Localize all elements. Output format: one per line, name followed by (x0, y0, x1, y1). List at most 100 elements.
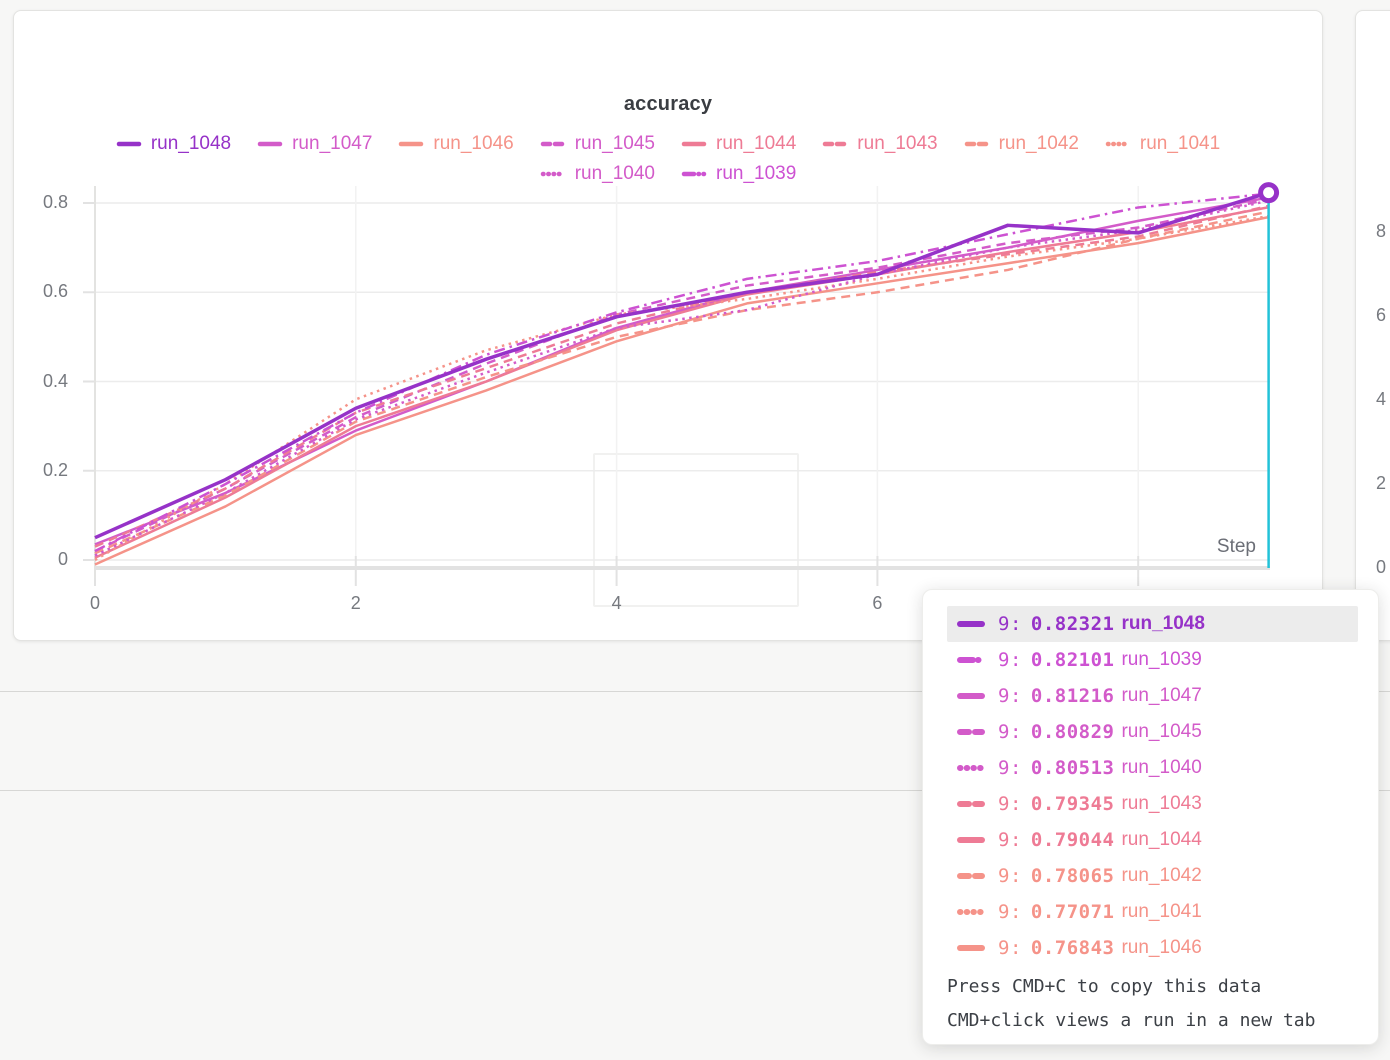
legend-item-label: run_1045 (575, 133, 655, 155)
hover-tooltip[interactable]: 9:0.82321run_10489:0.82101run_10399:0.81… (922, 589, 1379, 1045)
legend-item-label: run_1048 (151, 133, 231, 155)
tooltip-hint-copy: Press CMD+C to copy this data (947, 970, 1358, 1004)
tooltip-row-run_1047[interactable]: 9: 0.81216 run_1047 (947, 678, 1358, 714)
tooltip-row-run_1040[interactable]: 9: 0.80513 run_1040 (947, 750, 1358, 786)
legend-item-label: run_1039 (716, 163, 796, 185)
adjacent-y-tick-label: 8 (1376, 221, 1386, 242)
tooltip-value: 0.80829 (1031, 721, 1115, 743)
legend-item-run_1044[interactable]: run_1044 (681, 133, 796, 155)
tooltip-value: 0.82101 (1031, 649, 1115, 671)
tooltip-run-name: run_1042 (1121, 865, 1201, 887)
page-background: { "panel": { "title": "accuracy", "x_axi… (0, 0, 1390, 1060)
tooltip-value: 0.82321 (1031, 613, 1115, 635)
legend-line-sample-icon (540, 170, 566, 178)
tooltip-run-name: run_1044 (1121, 829, 1201, 851)
legend-line-sample-icon (964, 140, 990, 148)
legend-line-sample-icon (822, 140, 848, 148)
tooltip-row-run_1045[interactable]: 9: 0.80829 run_1045 (947, 714, 1358, 750)
y-tick-label: 0.6 (10, 281, 68, 302)
legend-item-run_1046[interactable]: run_1046 (398, 133, 513, 155)
legend-item-label: run_1041 (1140, 133, 1220, 155)
tooltip-run-name: run_1043 (1121, 793, 1201, 815)
x-tick-label: 4 (597, 593, 637, 614)
tooltip-step: 9: (998, 865, 1022, 887)
tooltip-line-sample-icon (957, 800, 985, 808)
tooltip-step: 9: (998, 721, 1022, 743)
y-tick-label: 0.8 (10, 192, 68, 213)
legend-line-sample-icon (681, 170, 707, 178)
legend-item-label: run_1043 (857, 133, 937, 155)
y-tick-label: 0.4 (10, 371, 68, 392)
tooltip-line-sample-icon (957, 764, 985, 772)
selection-box (593, 453, 799, 607)
legend-line-sample-icon (398, 140, 424, 148)
tooltip-row-run_1044[interactable]: 9:0.79044run_1044 (947, 822, 1358, 858)
tooltip-value: 0.81216 (1031, 685, 1115, 707)
tooltip-value: 0.79345 (1031, 793, 1115, 815)
legend-item-label: run_1047 (292, 133, 372, 155)
legend-item-run_1040[interactable]: run_1040 (540, 163, 655, 185)
tooltip-step: 9: (998, 901, 1022, 923)
tooltip-row-run_1041[interactable]: 9: 0.77071 run_1041 (947, 894, 1358, 930)
tooltip-line-sample-icon (957, 908, 985, 916)
tooltip-line-sample-icon (957, 728, 985, 736)
tooltip-run-name: run_1046 (1121, 937, 1201, 959)
tooltip-line-sample-icon (957, 692, 985, 700)
legend-item-run_1043[interactable]: run_1043 (822, 133, 937, 155)
tooltip-step: 9: (998, 829, 1022, 851)
legend-line-sample-icon (1105, 140, 1131, 148)
legend-item-label: run_1046 (433, 133, 513, 155)
tooltip-step: 9: (998, 937, 1022, 959)
tooltip-value: 0.78065 (1031, 865, 1115, 887)
adjacent-y-tick-label: 2 (1376, 473, 1386, 494)
tooltip-line-sample-icon (957, 836, 985, 844)
x-axis-title: Step (1166, 536, 1256, 558)
adjacent-y-tick-label: 4 (1376, 389, 1386, 410)
x-tick-label: 6 (857, 593, 897, 614)
y-tick-label: 0 (10, 549, 68, 570)
tooltip-row-run_1039[interactable]: 9: 0.82101 run_1039 (947, 642, 1358, 678)
x-tick-label: 2 (336, 593, 376, 614)
x-tick-label: 0 (75, 593, 115, 614)
tooltip-run-name: run_1039 (1121, 649, 1201, 671)
tooltip-row-run_1048[interactable]: 9:0.82321run_1048 (947, 606, 1358, 642)
tooltip-step: 9: (998, 793, 1022, 815)
tooltip-value: 0.76843 (1031, 937, 1115, 959)
legend-item-label: run_1042 (999, 133, 1079, 155)
y-tick-label: 0.2 (10, 460, 68, 481)
legend-item-label: run_1040 (575, 163, 655, 185)
adjacent-y-tick-label: 0 (1376, 557, 1386, 578)
tooltip-value: 0.80513 (1031, 757, 1115, 779)
tooltip-value: 0.77071 (1031, 901, 1115, 923)
legend-item-run_1045[interactable]: run_1045 (540, 133, 655, 155)
legend-item-run_1042[interactable]: run_1042 (964, 133, 1079, 155)
tooltip-run-name: run_1045 (1121, 721, 1201, 743)
tooltip-hint-newtab: CMD+click views a run in a new tab (947, 1004, 1358, 1038)
panel-title: accuracy (14, 93, 1322, 116)
tooltip-rows: 9:0.82321run_10489:0.82101run_10399:0.81… (923, 606, 1378, 966)
tooltip-line-sample-icon (957, 656, 985, 664)
legend-item-run_1047[interactable]: run_1047 (257, 133, 372, 155)
tooltip-step: 9: (998, 649, 1022, 671)
legend-item-label: run_1044 (716, 133, 796, 155)
legend-line-sample-icon (116, 140, 142, 148)
tooltip-run-name: run_1047 (1121, 685, 1201, 707)
tooltip-row-run_1042[interactable]: 9: 0.78065 run_1042 (947, 858, 1358, 894)
legend-item-run_1041[interactable]: run_1041 (1105, 133, 1220, 155)
legend-line-sample-icon (540, 140, 566, 148)
tooltip-step: 9: (998, 613, 1022, 635)
legend-line-sample-icon (257, 140, 283, 148)
legend-item-run_1039[interactable]: run_1039 (681, 163, 796, 185)
tooltip-row-run_1043[interactable]: 9: 0.79345 run_1043 (947, 786, 1358, 822)
legend: run_1048 run_1047 run_1046 run_1045 run_1044… (48, 129, 1288, 188)
tooltip-run-name: run_1040 (1121, 757, 1201, 779)
legend-item-run_1048[interactable]: run_1048 (116, 133, 231, 155)
tooltip-line-sample-icon (957, 872, 985, 880)
tooltip-run-name: run_1041 (1121, 901, 1201, 923)
tooltip-step: 9: (998, 757, 1022, 779)
legend-line-sample-icon (681, 140, 707, 148)
tooltip-step: 9: (998, 685, 1022, 707)
tooltip-line-sample-icon (957, 620, 985, 628)
adjacent-y-tick-label: 6 (1376, 305, 1386, 326)
tooltip-row-run_1046[interactable]: 9: 0.76843 run_1046 (947, 930, 1358, 966)
